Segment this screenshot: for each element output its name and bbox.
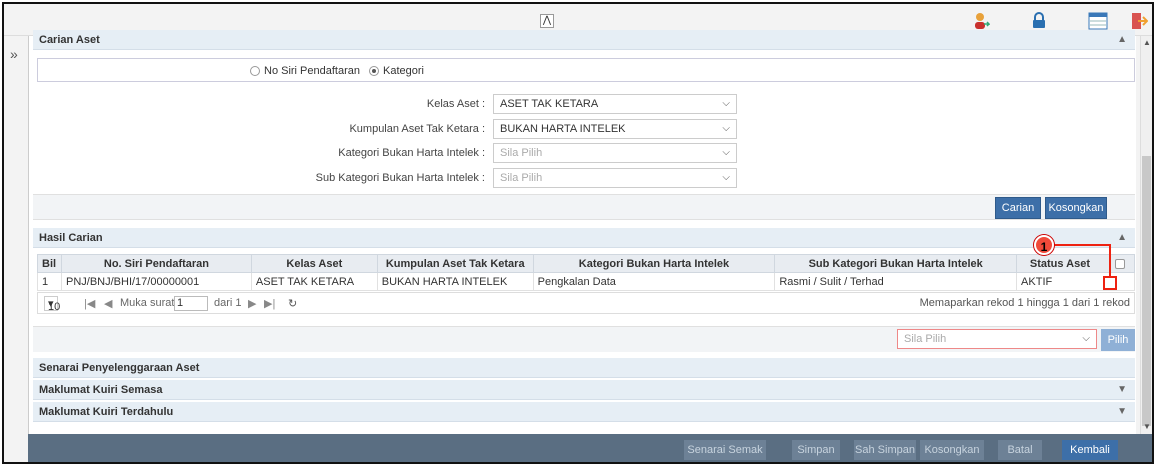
- kumpulan-aset-label: Kumpulan Aset Tak Ketara :: [349, 123, 485, 135]
- sah-simpan-button[interactable]: Sah Simpan: [854, 440, 916, 460]
- carian-button[interactable]: Carian: [995, 197, 1041, 219]
- col-header-no-siri[interactable]: No. Siri Pendaftaran: [60, 254, 252, 273]
- scroll-down-icon[interactable]: ▼: [1143, 422, 1151, 431]
- expand-icon[interactable]: ▼: [1117, 402, 1127, 422]
- kumpulan-aset-select[interactable]: BUKAN HARTA INTELEK ⌵: [493, 119, 737, 139]
- page-size-select[interactable]: 10 ▾: [44, 296, 61, 313]
- app-frame: ⋀ » Carian Aset ▲ No Siri Pendaftaran Ka…: [2, 2, 1154, 464]
- kategori-label: Kategori Bukan Harta Intelek :: [338, 147, 485, 159]
- sub-kategori-placeholder: Sila Pilih: [500, 172, 543, 184]
- kuiri-semasa-header[interactable]: Maklumat Kuiri Semasa ▼: [33, 380, 1135, 400]
- annotation-marker: 1: [1034, 235, 1054, 255]
- kembali-button[interactable]: Kembali: [1062, 440, 1118, 460]
- kategori-placeholder: Sila Pilih: [500, 147, 543, 159]
- radio-no-siri[interactable]: No Siri Pendaftaran: [250, 65, 360, 77]
- bulk-action-select[interactable]: Sila Pilih ⌵: [897, 329, 1097, 349]
- pagination-bar: 10 ▾ |◀ ◀ Muka surat 1 dari 1 ▶ ▶| ↻ Mem…: [37, 292, 1135, 314]
- cell-kategori: Pengkalan Data: [532, 272, 776, 291]
- cell-no-siri: PNJ/BNJ/BHI/17/00000001: [60, 272, 252, 291]
- search-actions-bar: [33, 194, 1135, 220]
- col-header-sub-kategori[interactable]: Sub Kategori Bukan Harta Intelek: [774, 254, 1018, 273]
- kuiri-terdahulu-title: Maklumat Kuiri Terdahulu: [39, 406, 174, 418]
- kelas-aset-label: Kelas Aset :: [426, 98, 485, 110]
- page-total: dari 1: [214, 297, 242, 309]
- col-header-status[interactable]: Status Aset: [1016, 254, 1111, 273]
- first-page-icon[interactable]: |◀: [84, 297, 95, 310]
- kelas-aset-select[interactable]: ASET TAK KETARA ⌵: [493, 94, 737, 114]
- col-header-kumpulan[interactable]: Kumpulan Aset Tak Ketara: [376, 254, 534, 273]
- expand-sidebar-icon[interactable]: »: [10, 46, 18, 62]
- cell-status: AKTIF: [1016, 272, 1111, 291]
- collapse-up-button[interactable]: ⋀: [540, 14, 554, 28]
- kuiri-terdahulu-header[interactable]: Maklumat Kuiri Terdahulu ▼: [33, 402, 1135, 422]
- radio-no-siri-icon[interactable]: [250, 66, 260, 77]
- simpan-button[interactable]: Simpan: [792, 440, 840, 460]
- annotation-line: [1054, 244, 1111, 246]
- kosongkan-button[interactable]: Kosongkan: [1045, 197, 1107, 219]
- prev-page-icon[interactable]: ◀: [104, 297, 112, 310]
- muka-surat-label: Muka surat: [120, 297, 175, 309]
- radio-no-siri-label: No Siri Pendaftaran: [264, 65, 360, 77]
- chevron-down-icon: ⌵: [722, 98, 730, 109]
- sub-kategori-select[interactable]: Sila Pilih ⌵: [493, 168, 737, 188]
- left-rail: »: [4, 36, 28, 462]
- collapse-icon[interactable]: ▲: [1117, 30, 1127, 50]
- last-page-icon[interactable]: ▶|: [264, 297, 275, 310]
- chevron-down-icon: ⌵: [722, 147, 730, 158]
- col-header-kelas[interactable]: Kelas Aset: [250, 254, 378, 273]
- chevron-down-icon: ⌵: [722, 172, 730, 183]
- bottom-action-bar: Senarai Semak Simpan Sah Simpan Kosongka…: [28, 434, 1152, 462]
- record-summary: Memaparkan rekod 1 hingga 1 dari 1 rekod: [919, 297, 1130, 309]
- lock-icon[interactable]: [1030, 12, 1048, 30]
- user-icon[interactable]: [972, 12, 990, 30]
- senarai-title: Senarai Penyelenggaraan Aset: [39, 362, 200, 374]
- kategori-select[interactable]: Sila Pilih ⌵: [493, 143, 737, 163]
- batal-button[interactable]: Batal: [998, 440, 1042, 460]
- col-header-select-all[interactable]: [1109, 254, 1136, 273]
- logout-icon[interactable]: [1130, 12, 1148, 30]
- kumpulan-aset-value: BUKAN HARTA INTELEK: [500, 123, 626, 135]
- kosongkan-bottom-button[interactable]: Kosongkan: [920, 440, 984, 460]
- chevron-down-icon: ⌵: [1082, 333, 1090, 344]
- results-table: Bil No. Siri Pendaftaran Kelas Aset Kump…: [37, 254, 1136, 291]
- chevron-down-icon: ⌵: [722, 123, 730, 134]
- refresh-icon[interactable]: ↻: [288, 297, 297, 310]
- next-page-icon[interactable]: ▶: [248, 297, 256, 310]
- kelas-aset-value: ASET TAK KETARA: [500, 98, 599, 110]
- page-size-value: 10: [48, 301, 61, 313]
- cell-kelas: ASET TAK KETARA: [250, 272, 378, 291]
- senarai-penyelenggaraan-header[interactable]: Senarai Penyelenggaraan Aset: [33, 358, 1135, 378]
- table-view-icon[interactable]: [1088, 12, 1108, 30]
- annotation-highlight-box: [1103, 276, 1117, 290]
- main-panel: Carian Aset ▲ No Siri Pendaftaran Katego…: [28, 30, 1136, 434]
- carian-aset-header[interactable]: Carian Aset ▲: [33, 30, 1135, 50]
- col-header-bil[interactable]: Bil: [37, 254, 62, 273]
- scroll-thumb[interactable]: [1142, 156, 1151, 426]
- sub-kategori-label: Sub Kategori Bukan Harta Intelek :: [315, 172, 485, 184]
- collapse-icon[interactable]: ▲: [1117, 228, 1127, 248]
- col-header-kategori[interactable]: Kategori Bukan Harta Intelek: [532, 254, 776, 273]
- search-mode-radio-group: No Siri Pendaftaran Kategori: [37, 58, 1135, 82]
- cell-sub-kategori: Rasmi / Sulit / Terhad: [774, 272, 1018, 291]
- radio-kategori[interactable]: Kategori: [369, 65, 424, 77]
- pilih-button[interactable]: Pilih: [1101, 329, 1135, 351]
- annotation-line: [1109, 244, 1111, 278]
- radio-kategori-label: Kategori: [383, 65, 424, 77]
- expand-icon[interactable]: ▼: [1117, 380, 1127, 400]
- page-number-input[interactable]: 1: [174, 296, 208, 311]
- bulk-action-placeholder: Sila Pilih: [904, 333, 947, 345]
- scroll-up-icon[interactable]: ▲: [1143, 38, 1151, 47]
- kuiri-semasa-title: Maklumat Kuiri Semasa: [39, 384, 163, 396]
- hasil-carian-title: Hasil Carian: [39, 232, 103, 244]
- cell-bil: 1: [37, 272, 62, 291]
- vertical-scrollbar[interactable]: ▲ ▼: [1140, 36, 1152, 434]
- senarai-semak-button[interactable]: Senarai Semak: [684, 440, 766, 460]
- table-row[interactable]: 1 PNJ/BNJ/BHI/17/00000001 ASET TAK KETAR…: [37, 272, 1136, 291]
- checkbox-icon[interactable]: [1115, 258, 1126, 269]
- cell-kumpulan: BUKAN HARTA INTELEK: [376, 272, 534, 291]
- radio-kategori-icon[interactable]: [369, 66, 379, 77]
- carian-aset-title: Carian Aset: [39, 34, 100, 46]
- hasil-carian-header[interactable]: Hasil Carian ▲: [33, 228, 1135, 248]
